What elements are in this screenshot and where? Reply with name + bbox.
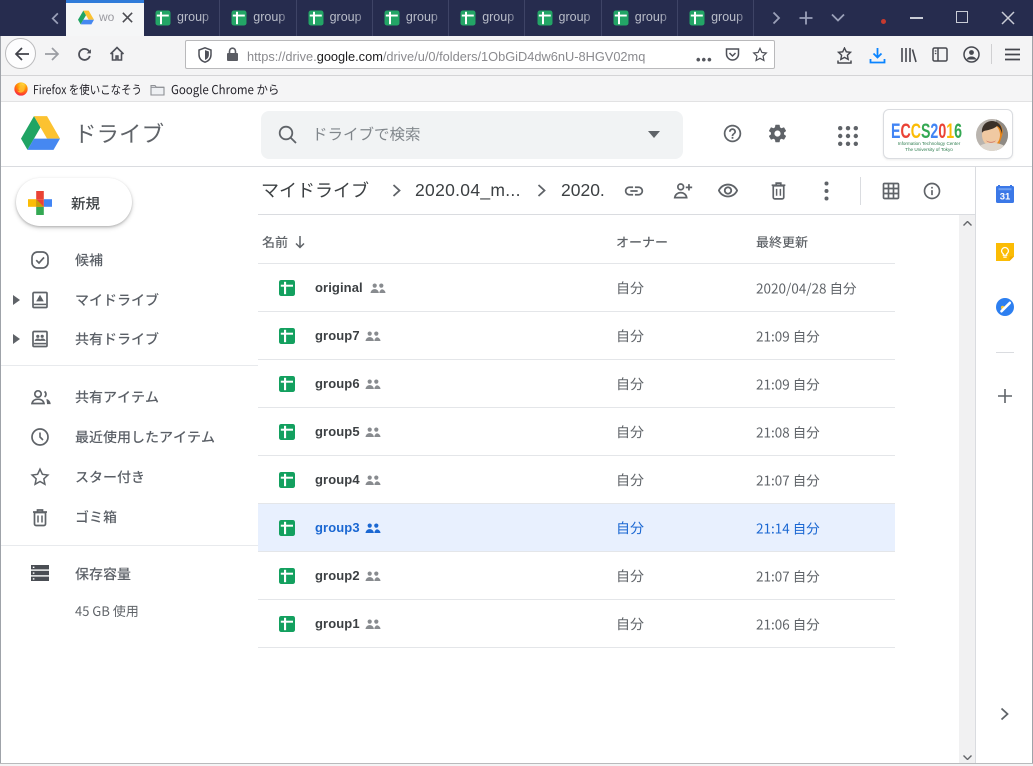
svg-text:31: 31: [1000, 192, 1011, 203]
